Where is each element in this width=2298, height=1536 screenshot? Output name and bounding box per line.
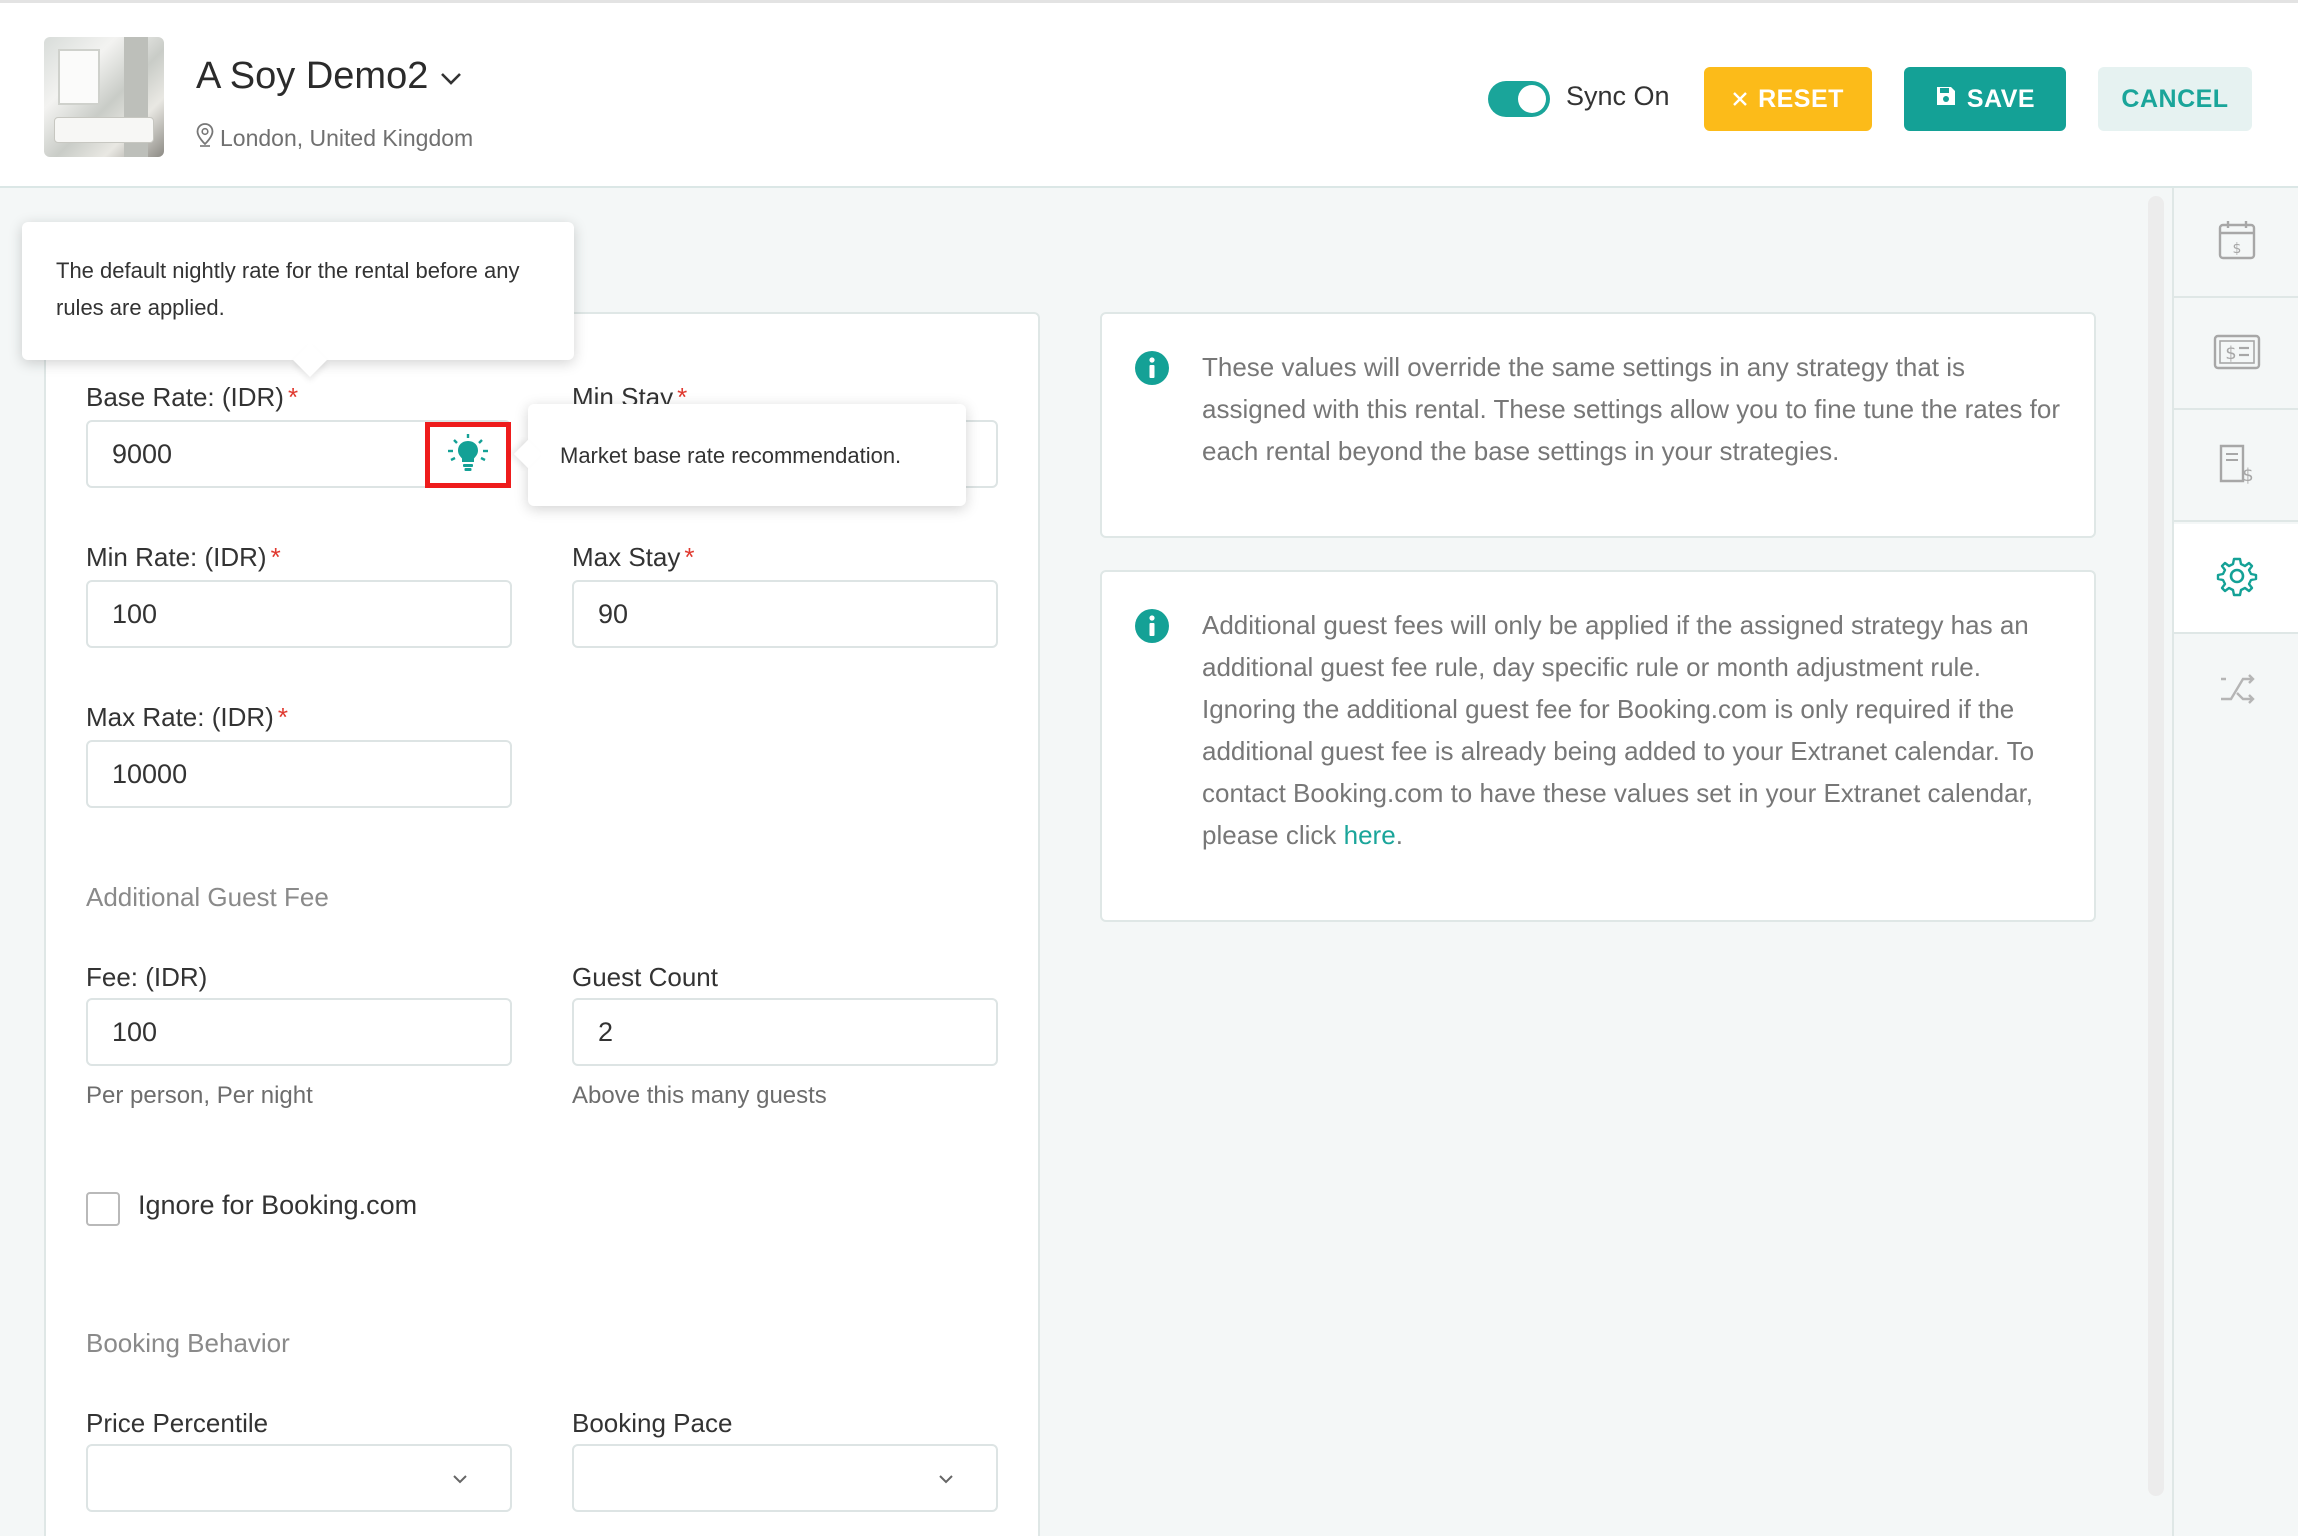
svg-text:$: $: [2242, 465, 2253, 485]
sync-toggle[interactable]: [1488, 81, 1550, 117]
guest-fee-info-card: Additional guest fees will only be appli…: [1100, 570, 2096, 922]
booking-behavior-heading: Booking Behavior: [86, 1328, 290, 1358]
svg-text:$: $: [2233, 241, 2242, 257]
map-pin-icon: [196, 123, 214, 153]
fee-input[interactable]: 100: [86, 998, 512, 1066]
main-scrollbar[interactable]: [2148, 196, 2164, 1496]
base-rate-tooltip-text: The default nightly rate for the rental …: [56, 258, 520, 320]
property-selector[interactable]: A Soy Demo2: [196, 55, 462, 98]
cancel-label: CANCEL: [2121, 84, 2229, 113]
market-tooltip-text: Market base rate recommendation.: [560, 442, 902, 468]
market-recommendation-button[interactable]: [425, 422, 511, 488]
rail-item-rates[interactable]: $: [2174, 300, 2298, 410]
shuffle-icon: [2217, 669, 2257, 714]
ignore-booking-checkbox[interactable]: [86, 1192, 120, 1226]
page-header: A Soy Demo2 London, United Kingdom Sync …: [0, 0, 2298, 188]
max-rate-label: Max Rate: (IDR) *: [86, 702, 288, 732]
market-recommendation-tooltip: Market base rate recommendation.: [528, 404, 966, 506]
svg-text:$: $: [2225, 343, 2236, 364]
property-name: A Soy Demo2: [196, 55, 429, 97]
save-label: SAVE: [1966, 84, 2036, 113]
property-thumbnail[interactable]: [44, 37, 164, 157]
price-percentile-select[interactable]: [86, 1444, 512, 1512]
trailing-period: .: [1395, 820, 1403, 850]
close-icon: [1732, 85, 1748, 114]
additional-guest-fee-heading: Additional Guest Fee: [86, 882, 329, 912]
rail-item-settings[interactable]: [2174, 524, 2298, 634]
min-rate-input[interactable]: 100: [86, 580, 512, 648]
money-bill-icon: $: [2213, 334, 2261, 375]
ignore-booking-label[interactable]: Ignore for Booking.com: [138, 1190, 417, 1221]
max-stay-label: Max Stay *: [572, 542, 695, 572]
right-rail: $ $ $: [2172, 188, 2298, 1536]
booking-pace-select[interactable]: [572, 1444, 998, 1512]
sync-label: Sync On: [1566, 81, 1670, 111]
rail-item-pricing-calendar[interactable]: $: [2174, 188, 2298, 298]
save-button[interactable]: SAVE: [1904, 67, 2066, 131]
base-rate-label: Base Rate: (IDR) *: [86, 382, 299, 412]
guest-fee-info-body: Additional guest fees will only be appli…: [1202, 610, 2035, 850]
max-stay-input[interactable]: 90: [572, 580, 998, 648]
guest-count-input[interactable]: 2: [572, 998, 998, 1066]
chevron-down-icon: [440, 65, 462, 93]
min-rate-label: Min Rate: (IDR) *: [86, 542, 281, 572]
override-info-text: These values will override the same sett…: [1202, 352, 2060, 466]
rail-item-fees[interactable]: $: [2174, 412, 2298, 522]
calendar-dollar-icon: $: [2217, 219, 2257, 266]
rail-item-strategy[interactable]: [2174, 636, 2298, 746]
chevron-down-icon: [452, 1468, 468, 1489]
reset-label: RESET: [1758, 84, 1844, 113]
receipt-dollar-icon: $: [2217, 443, 2257, 490]
fee-help-text: Per person, Per night: [86, 1082, 313, 1109]
fee-label: Fee: (IDR): [86, 962, 208, 992]
override-info-card: These values will override the same sett…: [1100, 312, 2096, 538]
info-icon: [1134, 350, 1170, 391]
base-rate-tooltip: The default nightly rate for the rental …: [22, 222, 574, 360]
contact-booking-link[interactable]: here: [1344, 820, 1396, 850]
floppy-disk-icon: [1935, 85, 1957, 114]
chevron-down-icon: [938, 1468, 954, 1489]
gear-icon: [2216, 555, 2258, 602]
max-rate-input[interactable]: 10000: [86, 740, 512, 808]
guest-count-label: Guest Count: [572, 962, 718, 992]
info-icon: [1134, 608, 1170, 649]
lightbulb-icon: [446, 433, 490, 478]
booking-pace-label: Booking Pace: [572, 1408, 733, 1438]
reset-button[interactable]: RESET: [1704, 67, 1872, 131]
cancel-button[interactable]: CANCEL: [2098, 67, 2252, 131]
price-percentile-label: Price Percentile: [86, 1408, 269, 1438]
location-text: London, United Kingdom: [220, 124, 474, 151]
property-location: London, United Kingdom: [196, 123, 473, 153]
guest-count-help-text: Above this many guests: [572, 1082, 827, 1109]
guest-fee-info-text: Additional guest fees will only be appli…: [1202, 604, 2064, 856]
